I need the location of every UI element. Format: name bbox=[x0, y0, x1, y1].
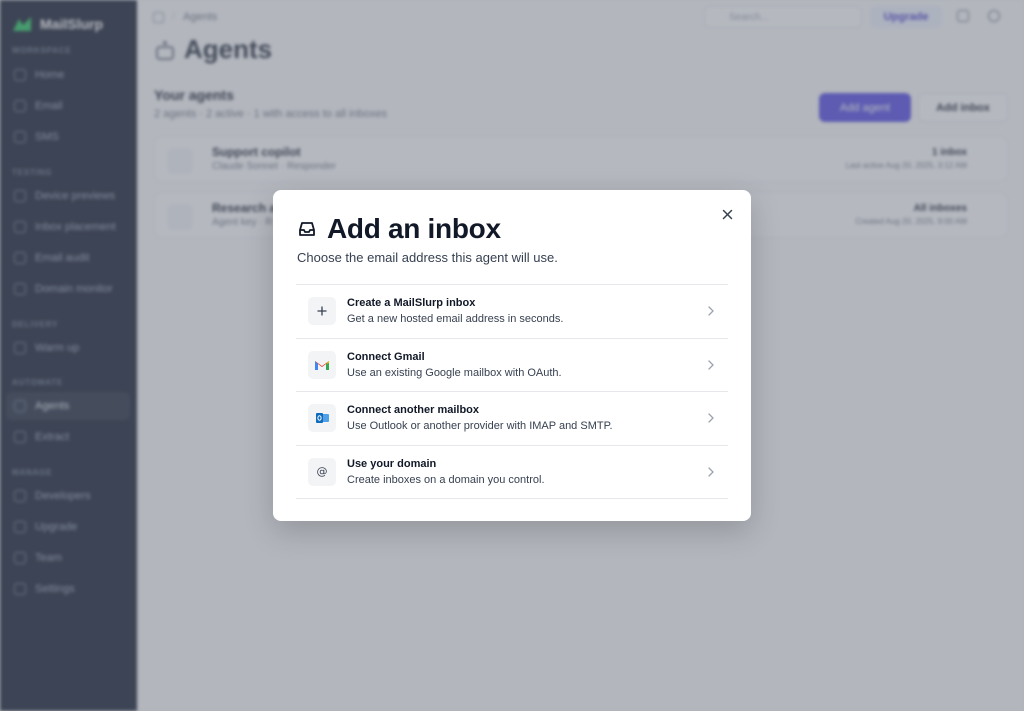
chevron-right-icon bbox=[708, 306, 714, 316]
inbox-options-list: Create a MailSlurp inbox Get a new hoste… bbox=[296, 284, 728, 499]
option-description: Use Outlook or another provider with IMA… bbox=[347, 420, 613, 432]
dialog-title: Add an inbox bbox=[327, 213, 501, 244]
option-title: Use your domain bbox=[347, 457, 437, 470]
chevron-right-icon bbox=[708, 359, 714, 370]
option-title: Connect Gmail bbox=[347, 350, 425, 363]
connect-another-mailbox-option[interactable]: Connect another mailbox Use Outlook or a… bbox=[296, 392, 728, 446]
close-icon bbox=[722, 209, 732, 219]
inbox-icon bbox=[299, 222, 315, 236]
option-description: Create inboxes on a domain you control. bbox=[347, 473, 545, 486]
dialog-header: Add an inbox bbox=[297, 213, 501, 245]
chevron-right-icon bbox=[708, 413, 714, 423]
option-description: Use an existing Google mailbox with OAut… bbox=[347, 366, 562, 379]
use-your-domain-option[interactable]: @ Use your domain Create inboxes on a do… bbox=[296, 446, 728, 499]
connect-gmail-option[interactable]: Connect Gmail Use an existing Google mai… bbox=[296, 339, 728, 392]
close-button[interactable] bbox=[719, 206, 735, 222]
option-description: Get a new hosted email address in second… bbox=[347, 313, 564, 325]
at-sign-icon: @ bbox=[308, 457, 336, 486]
option-title: Create a MailSlurp inbox bbox=[347, 297, 476, 309]
option-title: Connect another mailbox bbox=[347, 404, 480, 416]
dialog-subtitle: Choose the email address this agent will… bbox=[297, 250, 558, 265]
gmail-icon bbox=[308, 350, 336, 379]
create-mailslurp-inbox-option[interactable]: Create a MailSlurp inbox Get a new hoste… bbox=[296, 285, 728, 339]
chevron-right-icon bbox=[708, 466, 714, 477]
outlook-icon bbox=[308, 404, 336, 432]
plus-icon bbox=[308, 297, 336, 325]
add-inbox-dialog: Add an inbox Choose the email address th… bbox=[273, 190, 751, 521]
